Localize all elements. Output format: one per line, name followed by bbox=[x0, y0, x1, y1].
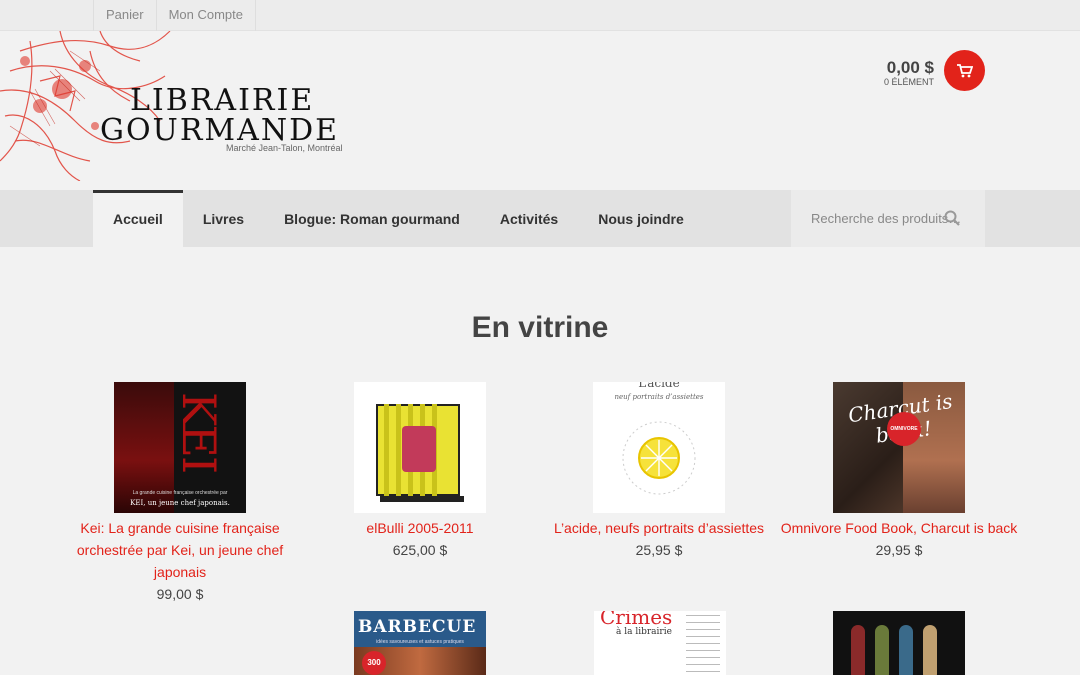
product-cover-dark[interactable] bbox=[833, 611, 965, 675]
cover-subtitle: neuf portraits d’assiettes bbox=[614, 393, 704, 401]
top-bar: Panier Mon Compte bbox=[0, 0, 1080, 31]
product-price: 25,95 $ bbox=[635, 542, 683, 558]
cover-subtitle: à la librairie bbox=[616, 627, 672, 637]
search-icon[interactable] bbox=[944, 210, 960, 226]
nav-menu: Accueil Livres Blogue: Roman gourmand Ac… bbox=[93, 190, 704, 247]
nav-item-activites[interactable]: Activités bbox=[480, 190, 578, 247]
product-card: elBulli 2005-2011 625,00 $ bbox=[300, 382, 540, 561]
product-card: Charcut is back! OMNIVORE Omnivore Food … bbox=[779, 382, 1019, 561]
product-cover-omnivore[interactable]: Charcut is back! OMNIVORE bbox=[833, 382, 965, 513]
top-links: Panier Mon Compte bbox=[93, 0, 256, 31]
product-card: KEI La grande cuisine française orchestr… bbox=[60, 382, 300, 605]
site-header: LIBRAIRIE GOURMANDE Marché Jean-Talon, M… bbox=[0, 31, 1080, 190]
cover-title: L’acide bbox=[638, 382, 680, 390]
product-cover-kei[interactable]: KEI La grande cuisine française orchestr… bbox=[114, 382, 246, 513]
cart-item-count[interactable]: 0 ÉLÉMENT bbox=[884, 77, 934, 87]
logo-subtitle: Marché Jean-Talon, Montréal bbox=[226, 143, 343, 153]
product-cover-elbulli[interactable] bbox=[354, 382, 486, 513]
product-cover-lacide[interactable]: L’acide neuf portraits d’assiettes bbox=[593, 382, 725, 513]
nav-item-accueil[interactable]: Accueil bbox=[93, 190, 183, 247]
main-navigation: Accueil Livres Blogue: Roman gourmand Ac… bbox=[0, 190, 1080, 247]
my-account-link[interactable]: Mon Compte bbox=[157, 0, 256, 31]
product-title[interactable]: L’acide, neufs portraits d’assiettes bbox=[539, 517, 779, 539]
product-cover-barbecue[interactable]: BARBECUE idées savoureuses et astuces pr… bbox=[354, 611, 486, 675]
cover-subtitle: idées savoureuses et astuces pratiques bbox=[376, 639, 464, 645]
cover-badge: 300 bbox=[362, 651, 386, 675]
omnivore-badge: OMNIVORE bbox=[887, 412, 921, 446]
section-title: En vitrine bbox=[471, 311, 609, 344]
cover-caption-2: KEI, un jeune chef japonais. bbox=[130, 499, 230, 507]
product-card: L’acide neuf portraits d’assiettes L’aci… bbox=[539, 382, 779, 561]
lemon-slice-illustration bbox=[622, 421, 696, 495]
product-cover-crimes[interactable]: Crimes à la librairie bbox=[594, 611, 726, 675]
product-price: 625,00 $ bbox=[392, 542, 448, 558]
product-search bbox=[791, 190, 985, 247]
nav-item-nous-joindre[interactable]: Nous joindre bbox=[578, 190, 704, 247]
cart-link[interactable]: Panier bbox=[94, 0, 157, 31]
cart-button[interactable] bbox=[944, 50, 985, 91]
cart-total[interactable]: 0,00 $ bbox=[887, 58, 934, 78]
cover-title: BARBECUE bbox=[358, 617, 477, 637]
cover-caption: La grande cuisine française orchestrée p… bbox=[132, 490, 228, 496]
cover-title: KEI bbox=[172, 392, 226, 473]
product-price: 29,95 $ bbox=[875, 542, 923, 558]
shopping-cart-icon bbox=[956, 63, 973, 77]
product-title[interactable]: elBulli 2005-2011 bbox=[300, 517, 540, 539]
product-title[interactable]: Omnivore Food Book, Charcut is back bbox=[779, 517, 1019, 539]
product-price: 99,00 $ bbox=[156, 586, 204, 602]
nav-item-blogue[interactable]: Blogue: Roman gourmand bbox=[264, 190, 480, 247]
nav-item-livres[interactable]: Livres bbox=[183, 190, 264, 247]
product-title[interactable]: Kei: La grande cuisine française orchest… bbox=[60, 517, 300, 583]
